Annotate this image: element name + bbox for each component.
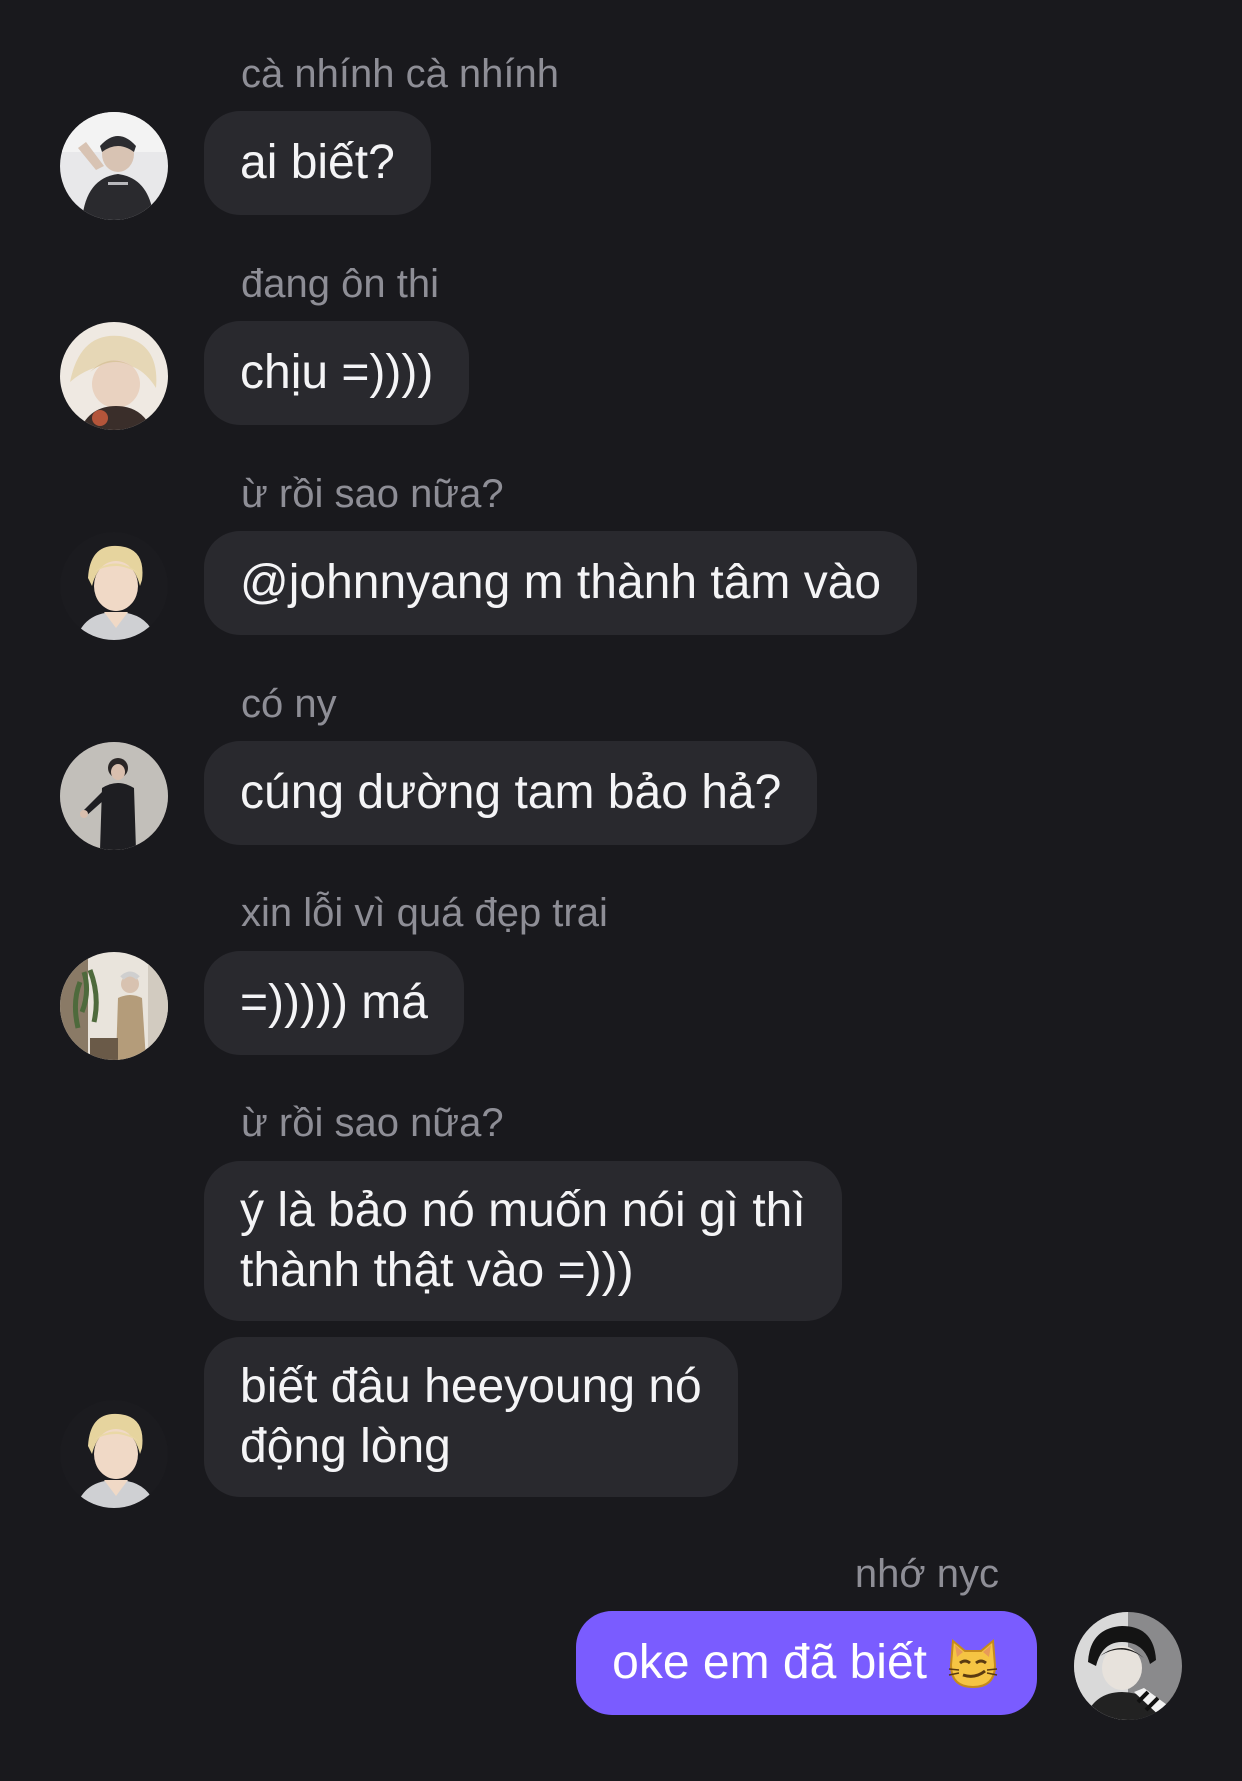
own-message-bubble[interactable]: oke em đã biết bbox=[576, 1611, 1037, 1715]
smirking-cat-icon bbox=[948, 1639, 998, 1689]
sender-nickname: ừ rồi sao nữa? bbox=[241, 472, 504, 516]
own-message-text: oke em đã biết bbox=[612, 1636, 927, 1689]
avatar[interactable] bbox=[60, 952, 168, 1060]
own-sender-nickname: nhớ nyc bbox=[854, 1552, 999, 1596]
avatar[interactable] bbox=[60, 532, 168, 640]
sender-nickname: ừ rồi sao nữa? bbox=[241, 1101, 504, 1145]
chat-thread: cà nhính cà nhính ai biết? đang ôn thi c… bbox=[0, 0, 1242, 1781]
message-line: ý là bảo nó muốn nói gì thì bbox=[240, 1184, 806, 1237]
sender-nickname: đang ôn thi bbox=[241, 262, 439, 306]
message-bubble[interactable]: cúng dường tam bảo hả? bbox=[204, 741, 818, 845]
message-bubble[interactable]: chịu =)))) bbox=[204, 321, 470, 425]
message-bubble[interactable]: ai biết? bbox=[204, 111, 431, 215]
sender-nickname: có ny bbox=[241, 682, 337, 726]
message-line: động lòng bbox=[240, 1420, 451, 1473]
message-bubble[interactable]: ý là bảo nó muốn nói gì thì thành thật v… bbox=[204, 1161, 842, 1321]
sender-nickname: cà nhính cà nhính bbox=[241, 52, 560, 96]
avatar[interactable] bbox=[60, 112, 168, 220]
avatar[interactable] bbox=[60, 322, 168, 430]
avatar[interactable] bbox=[60, 1400, 168, 1508]
sender-nickname: xin lỗi vì quá đẹp trai bbox=[241, 891, 608, 935]
own-avatar[interactable] bbox=[1074, 1612, 1182, 1720]
message-bubble[interactable]: @johnnyang m thành tâm vào bbox=[204, 531, 918, 635]
message-line: biết đâu heeyoung nó bbox=[240, 1360, 702, 1413]
message-bubble[interactable]: biết đâu heeyoung nó động lòng bbox=[204, 1337, 738, 1497]
avatar[interactable] bbox=[60, 742, 168, 850]
message-bubble[interactable]: =))))) má bbox=[204, 951, 464, 1055]
message-line: thành thật vào =))) bbox=[240, 1244, 634, 1297]
